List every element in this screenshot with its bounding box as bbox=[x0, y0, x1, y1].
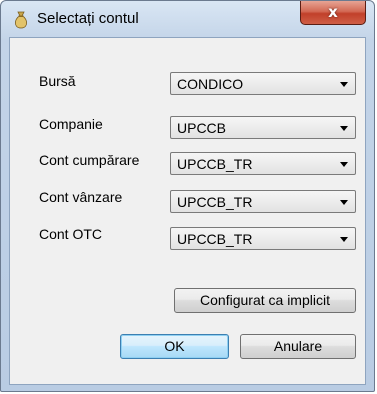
chevron-down-icon bbox=[340, 126, 348, 131]
title-bar[interactable]: Selectați contul x bbox=[1, 1, 374, 37]
label-cont-otc: Cont OTC bbox=[39, 226, 103, 242]
select-cont-cumparare-value: UPCCB_TR bbox=[177, 156, 253, 172]
dialog-content: Bursă CONDICO Companie UPCCB Cont cumpăr… bbox=[9, 37, 366, 385]
close-icon: x bbox=[328, 3, 338, 21]
select-companie[interactable]: UPCCB bbox=[170, 116, 356, 139]
select-cont-vanzare[interactable]: UPCCB_TR bbox=[170, 190, 356, 213]
window-title: Selectați contul bbox=[37, 10, 139, 27]
select-bursa-value: CONDICO bbox=[177, 76, 244, 92]
ok-button[interactable]: OK bbox=[120, 334, 229, 359]
chevron-down-icon bbox=[340, 162, 348, 167]
select-cont-otc-value: UPCCB_TR bbox=[177, 231, 253, 247]
select-bursa[interactable]: CONDICO bbox=[170, 72, 356, 95]
select-cont-otc[interactable]: UPCCB_TR bbox=[170, 227, 356, 250]
label-bursa: Bursă bbox=[39, 73, 76, 89]
label-cont-vanzare: Cont vânzare bbox=[39, 189, 123, 205]
select-companie-value: UPCCB bbox=[177, 120, 227, 136]
select-cont-vanzare-value: UPCCB_TR bbox=[177, 194, 253, 210]
dialog-window: Selectați contul x Bursă CONDICO Compani… bbox=[0, 0, 375, 392]
chevron-down-icon bbox=[340, 200, 348, 205]
select-cont-cumparare[interactable]: UPCCB_TR bbox=[170, 152, 356, 175]
cancel-button[interactable]: Anulare bbox=[240, 334, 356, 359]
moneybag-icon bbox=[13, 11, 29, 29]
label-companie: Companie bbox=[39, 116, 103, 132]
chevron-down-icon bbox=[340, 82, 348, 87]
set-default-button[interactable]: Configurat ca implicit bbox=[174, 288, 356, 313]
close-button[interactable]: x bbox=[300, 1, 366, 25]
label-cont-cumparare: Cont cumpărare bbox=[39, 152, 140, 168]
chevron-down-icon bbox=[340, 237, 348, 242]
